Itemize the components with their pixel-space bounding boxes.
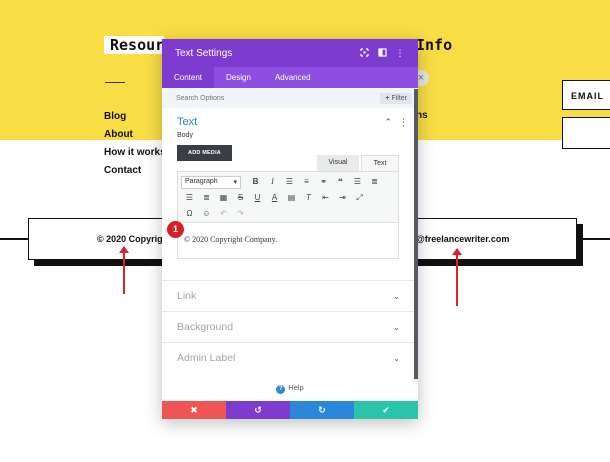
more-icon[interactable]: ⋮ [391,48,409,59]
body-field-label: Body [177,132,193,139]
page-heading-resources: Resources [104,36,164,54]
chevron-down-icon: ⌄ [393,322,400,332]
add-media-button[interactable]: ADD MEDIA [177,145,232,161]
filter-button[interactable]: + Filter [380,92,412,104]
annotation-arrow-up-icon [452,248,462,306]
editor-tab-text[interactable]: Text [361,155,399,171]
save-button[interactable]: ✔ [354,401,418,419]
fullscreen-icon[interactable]: ⤢ [351,191,368,205]
clear-formatting-icon[interactable]: T [300,191,317,205]
filter-button-label: Filter [391,94,407,102]
editor-toolbar: Paragraph ▾ B I ☰ ≡ ⚭ ❝ ☰ ≣ ☰ ≣ ▦ S U A … [177,171,399,223]
paragraph-format-value: Paragraph [185,177,218,185]
redo-icon[interactable]: ↷ [232,207,249,221]
undo-button[interactable]: ↺ [226,401,290,419]
emoticon-icon[interactable]: ☺ [198,207,215,221]
split-view-icon[interactable] [373,47,391,59]
chevron-up-icon[interactable]: ⌃ [384,117,392,128]
modal-header: Text Settings ⋮ [162,39,418,67]
chevron-down-icon: ⌄ [393,291,400,301]
chevron-down-icon: ⌄ [393,353,400,363]
text-settings-modal: Text Settings ⋮ Content Design Advanced … [162,39,418,419]
align-right-icon[interactable]: ☰ [181,191,198,205]
body-text-editor[interactable]: © 2020 Copyright Company. [177,223,399,259]
search-options-input[interactable] [176,94,381,102]
page-nav-link-about[interactable]: About [104,128,166,146]
page-nav-link-blog[interactable]: Blog [104,110,166,128]
modal-footer-buttons: ✖ ↺ ↻ ✔ [162,401,418,419]
chevron-down-icon: ▾ [233,178,237,186]
help-label: Help [288,383,304,392]
page-heading-info: Info [416,36,453,54]
page-box-outline [562,117,610,149]
special-character-icon[interactable]: Ω [181,207,198,221]
align-left-icon[interactable]: ☰ [349,175,366,189]
paragraph-format-select[interactable]: Paragraph ▾ [181,175,241,189]
help-icon: ? [276,385,286,394]
page-footer-email: @freelancewriter.com [416,234,510,244]
text-section-title: Text [177,116,198,128]
justify-icon[interactable]: ≣ [198,191,215,205]
outdent-icon[interactable]: ⇤ [317,191,334,205]
tab-advanced[interactable]: Advanced [263,67,323,88]
editor-tab-visual[interactable]: Visual [317,155,359,171]
editor-top-row: ADD MEDIA Visual Text [162,139,418,171]
italic-icon[interactable]: I [264,175,281,189]
blockquote-icon[interactable]: ❝ [332,175,349,189]
background-section-toggle[interactable]: Background ⌄ [162,311,418,342]
table-icon[interactable]: ▦ [215,191,232,205]
background-section-label: Background [177,321,234,333]
more-icon[interactable]: ⋮ [399,117,408,128]
underline-icon[interactable]: U [249,191,266,205]
link-section-label: Link [177,290,197,302]
text-color-icon[interactable]: A [266,191,283,205]
link-icon[interactable]: ⚭ [315,175,332,189]
admin-label-section-toggle[interactable]: Admin Label ⌄ [162,342,418,373]
plus-icon: + [385,94,390,102]
paste-text-icon[interactable]: ▤ [283,191,300,205]
modal-scrollbar[interactable] [414,89,418,379]
bullet-list-icon[interactable]: ☰ [281,175,298,189]
help-link[interactable]: ? Help [162,383,418,401]
align-center-icon[interactable]: ≣ [366,175,383,189]
redo-icon: ↻ [318,405,326,415]
page-nav-link-how-it-works[interactable]: How it works [104,146,166,164]
admin-label-section-label: Admin Label [177,352,236,364]
checkmark-icon: ✔ [382,405,390,415]
undo-icon: ↺ [254,405,262,415]
page-nav-link-contact[interactable]: Contact [104,164,166,182]
modal-tabs: Content Design Advanced [162,67,418,88]
discard-button[interactable]: ✖ [162,401,226,419]
modal-title: Text Settings [175,47,233,59]
search-options-row: + Filter [162,88,418,108]
annotation-arrow-up-icon [119,246,129,294]
email-button[interactable]: EMAIL [562,80,610,110]
page-footer-nav: Blog About How it works Contact [104,110,166,182]
close-icon: ✖ [190,405,198,415]
expand-icon[interactable] [355,47,373,59]
indent-icon[interactable]: ⇥ [334,191,351,205]
strikethrough-icon[interactable]: S [232,191,249,205]
link-section-toggle[interactable]: Link ⌄ [162,280,418,311]
step-badge: 1 [167,221,184,238]
redo-button[interactable]: ↻ [290,401,354,419]
undo-icon[interactable]: ↶ [215,207,232,221]
page-heading-divider [105,82,125,83]
tab-content[interactable]: Content [162,67,215,88]
tab-design[interactable]: Design [214,67,263,88]
bold-icon[interactable]: B [247,175,264,189]
numbered-list-icon[interactable]: ≡ [298,175,315,189]
